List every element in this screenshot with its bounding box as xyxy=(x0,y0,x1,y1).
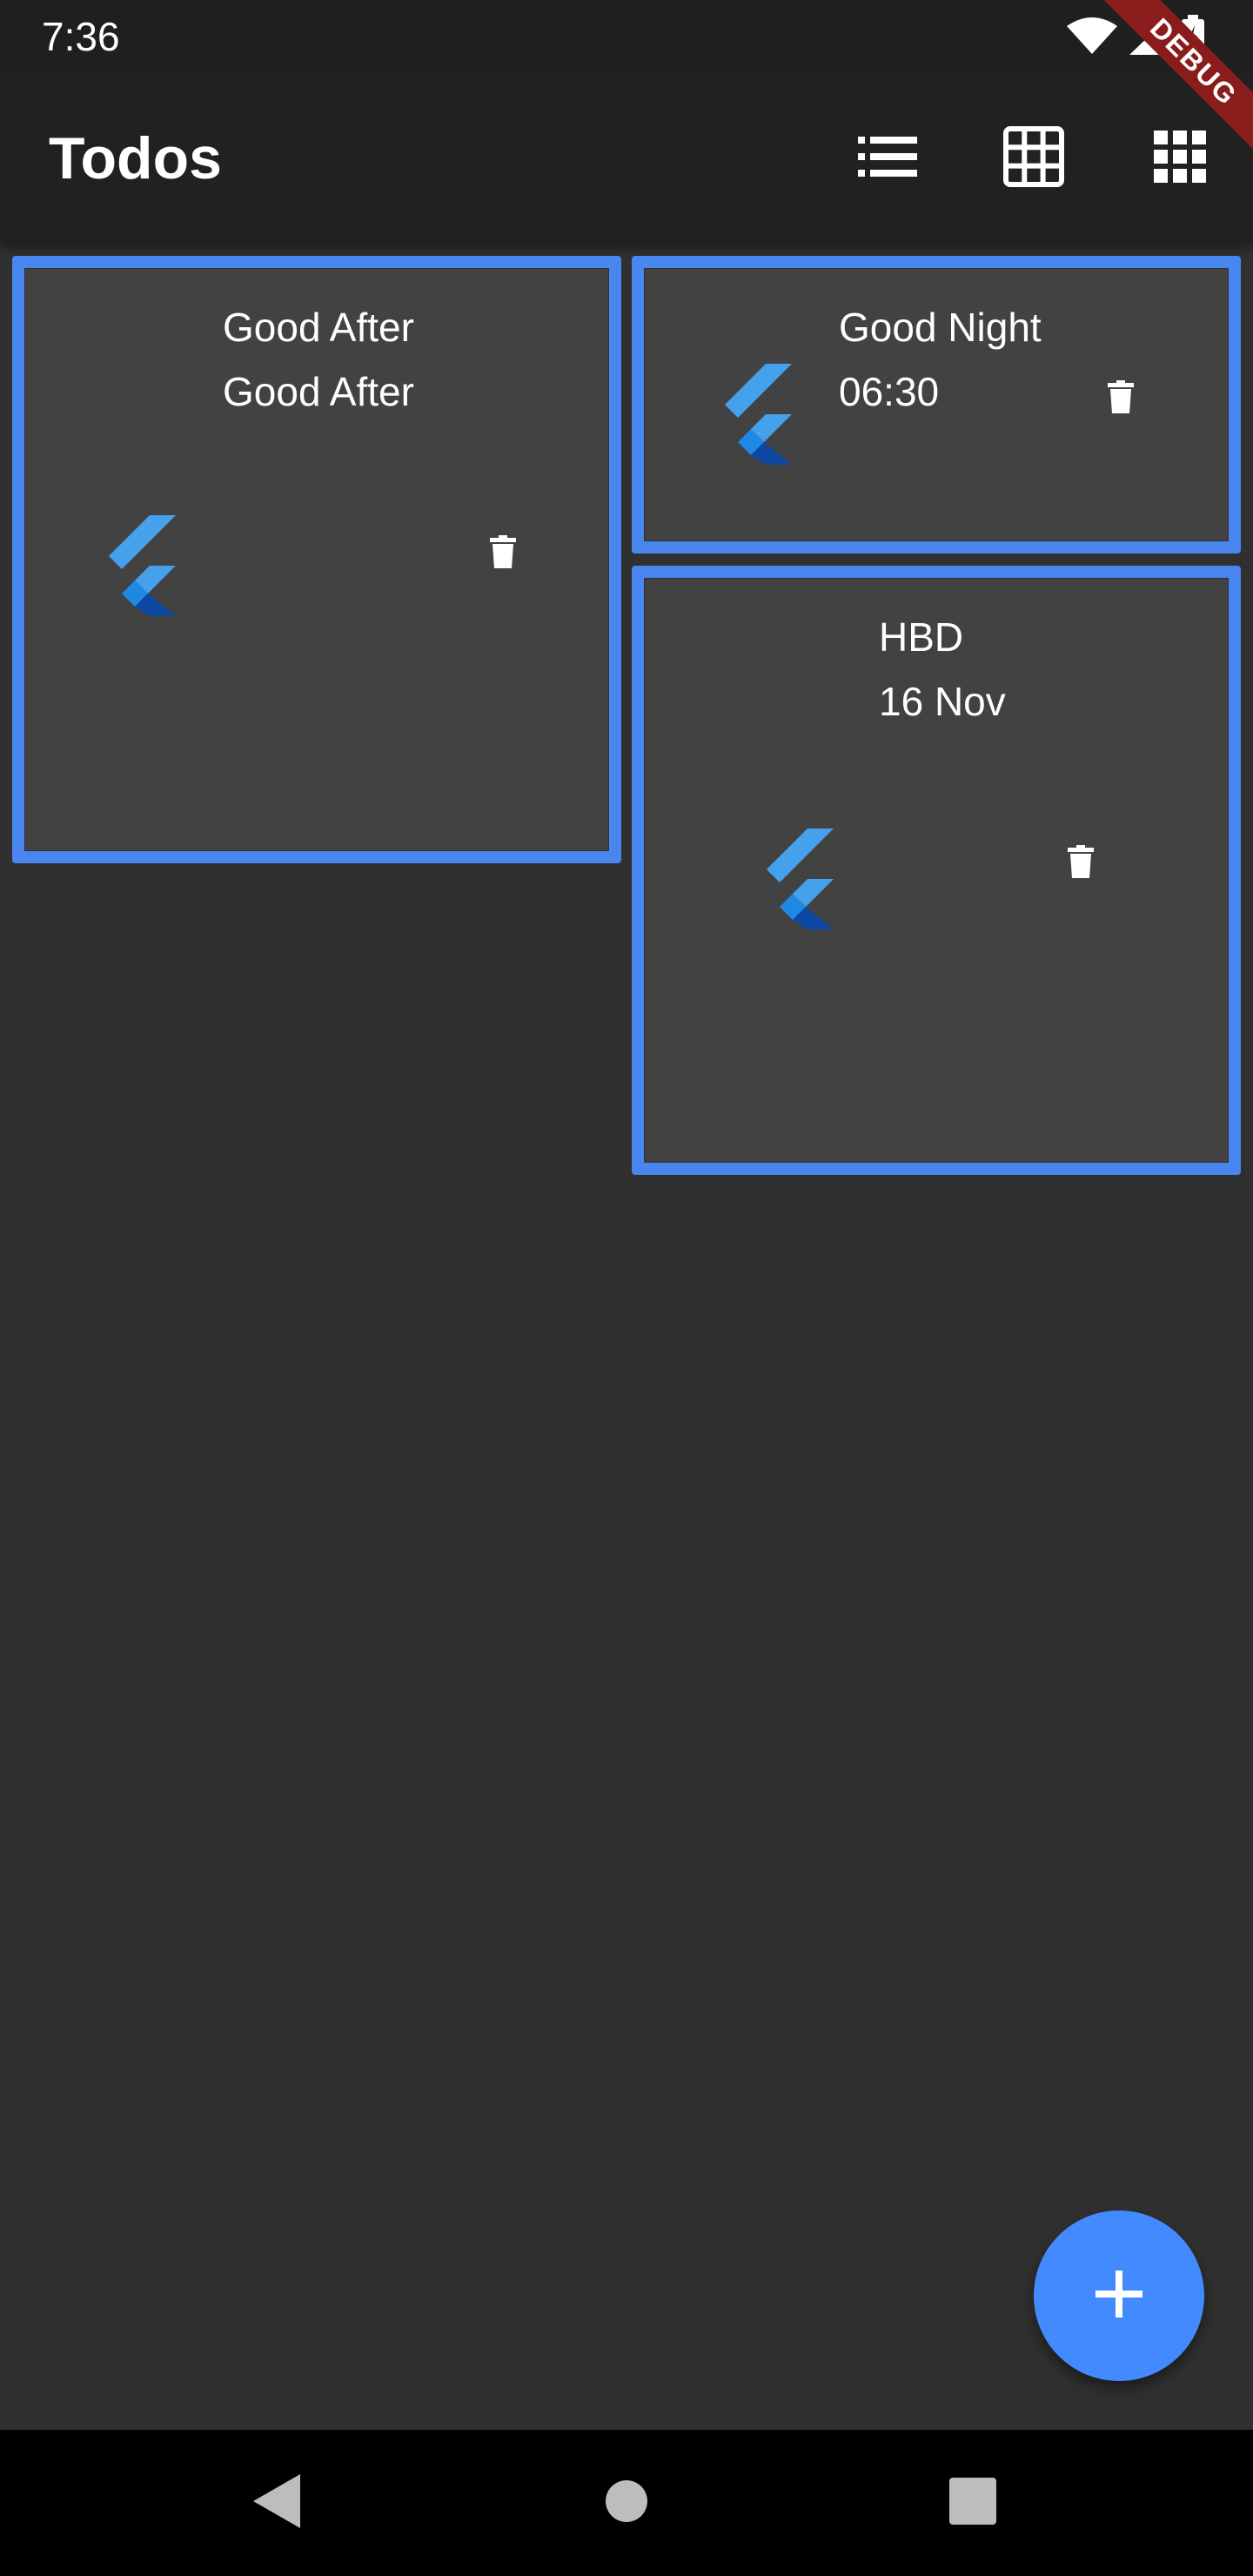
back-button[interactable] xyxy=(242,2468,312,2538)
add-todo-button[interactable] xyxy=(1034,2210,1204,2381)
flutter-logo-icon xyxy=(109,515,176,616)
todo-title: Good Night xyxy=(839,305,1042,350)
status-bar: 7:36 xyxy=(0,0,1253,73)
recents-icon xyxy=(949,2477,996,2529)
cell-signal-icon xyxy=(1129,16,1169,59)
status-icons xyxy=(1067,14,1204,61)
flutter-logo-icon xyxy=(767,828,834,929)
home-button[interactable] xyxy=(592,2468,661,2538)
plus-icon xyxy=(1096,2270,1142,2322)
todo-subtitle: 06:30 xyxy=(839,369,940,414)
grid-view-icon xyxy=(1003,125,1064,191)
delete-button[interactable] xyxy=(1095,372,1147,425)
grid-view-button[interactable] xyxy=(990,115,1077,202)
page-title: Todos xyxy=(49,125,222,191)
dense-grid-icon xyxy=(1154,130,1206,187)
status-time: 7:36 xyxy=(42,14,120,59)
todo-title: Good After xyxy=(223,305,414,350)
todo-subtitle: 16 Nov xyxy=(879,679,1006,724)
home-icon xyxy=(604,2479,649,2528)
trash-icon xyxy=(1108,379,1134,418)
trash-icon xyxy=(490,534,516,573)
todo-title: HBD xyxy=(879,614,964,660)
list-view-icon xyxy=(858,136,917,181)
wifi-icon xyxy=(1067,17,1117,58)
battery-icon xyxy=(1182,14,1204,61)
trash-icon xyxy=(1068,844,1094,882)
system-nav-bar xyxy=(0,2430,1253,2576)
app-bar: Todos xyxy=(0,73,1253,244)
flutter-logo-icon xyxy=(725,364,792,465)
list-view-button[interactable] xyxy=(844,115,931,202)
dense-grid-button[interactable] xyxy=(1136,115,1223,202)
todo-subtitle: Good After xyxy=(223,369,414,414)
delete-button[interactable] xyxy=(1055,837,1107,889)
todo-card[interactable]: Good After Good After xyxy=(12,256,621,863)
back-icon xyxy=(253,2473,300,2532)
delete-button[interactable] xyxy=(477,527,529,580)
todo-card[interactable]: Good Night 06:30 xyxy=(632,256,1241,553)
todo-card[interactable]: HBD 16 Nov xyxy=(632,566,1241,1175)
recents-button[interactable] xyxy=(938,2468,1008,2538)
